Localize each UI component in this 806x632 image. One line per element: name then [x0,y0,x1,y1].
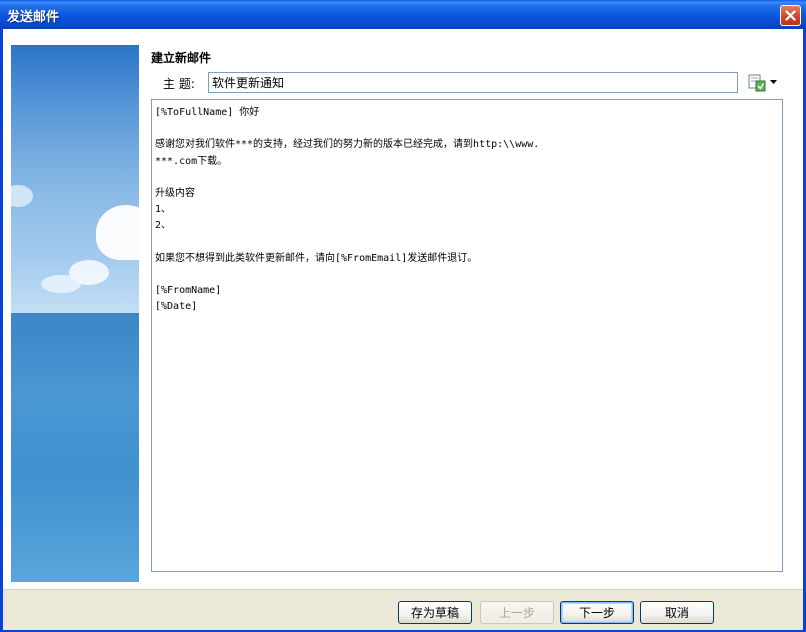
button-bar: 存为草稿 上一步 下一步 取消 [3,589,803,630]
chevron-down-icon [770,80,777,84]
mail-body-line: 1、 [155,204,172,216]
mail-body-line: 感谢您对我们软件***的支持，经过我们的努力新的版本已经完成，请到http:\\… [155,139,540,151]
save-draft-button[interactable]: 存为草稿 [398,601,472,624]
window-title: 发送邮件 [7,10,60,25]
mail-body-line [155,267,779,283]
insert-field-icon [748,74,766,92]
mail-body-line [155,170,779,186]
next-button[interactable]: 下一步 [560,601,634,624]
mail-body-line [155,121,779,137]
subject-input[interactable] [208,72,738,93]
mail-body-editor[interactable]: [%ToFullName] 你好感谢您对我们软件***的支持，经过我们的努力新的… [151,99,783,572]
page-heading: 建立新邮件 [151,51,212,65]
mail-body-line: ***.com下载。 [155,155,228,167]
mail-body-line: 2、 [155,220,172,232]
mail-body-line: [%ToFullName] 你好 [155,107,260,118]
prev-button[interactable]: 上一步 [480,601,554,624]
mail-body-line: [%Date] [155,301,198,313]
mail-body-line: 如果您不想得到此类软件更新邮件，请向[%FromEmail]发送邮件退订。 [155,252,478,264]
close-icon [785,10,796,21]
mail-body-line [155,235,779,251]
dialog-content: 建立新邮件 主 题: [%ToFullName] 你好感谢您对我们软件***的支… [3,29,803,629]
mail-body-line: [%FromName] [155,285,222,297]
sky-sea-banner-image [11,45,139,582]
mail-body-line: 升级内容 [155,187,195,199]
send-mail-dialog: 发送邮件 建立新邮件 主 题: 软件更新通知 [%ToFullName] 你好 … [0,0,806,632]
insert-field-button[interactable] [747,72,779,94]
title-bar[interactable]: 发送邮件 [0,0,806,29]
cancel-button[interactable]: 取消 [640,601,714,624]
subject-label: 主 题: [163,77,195,91]
close-button[interactable] [780,5,801,26]
